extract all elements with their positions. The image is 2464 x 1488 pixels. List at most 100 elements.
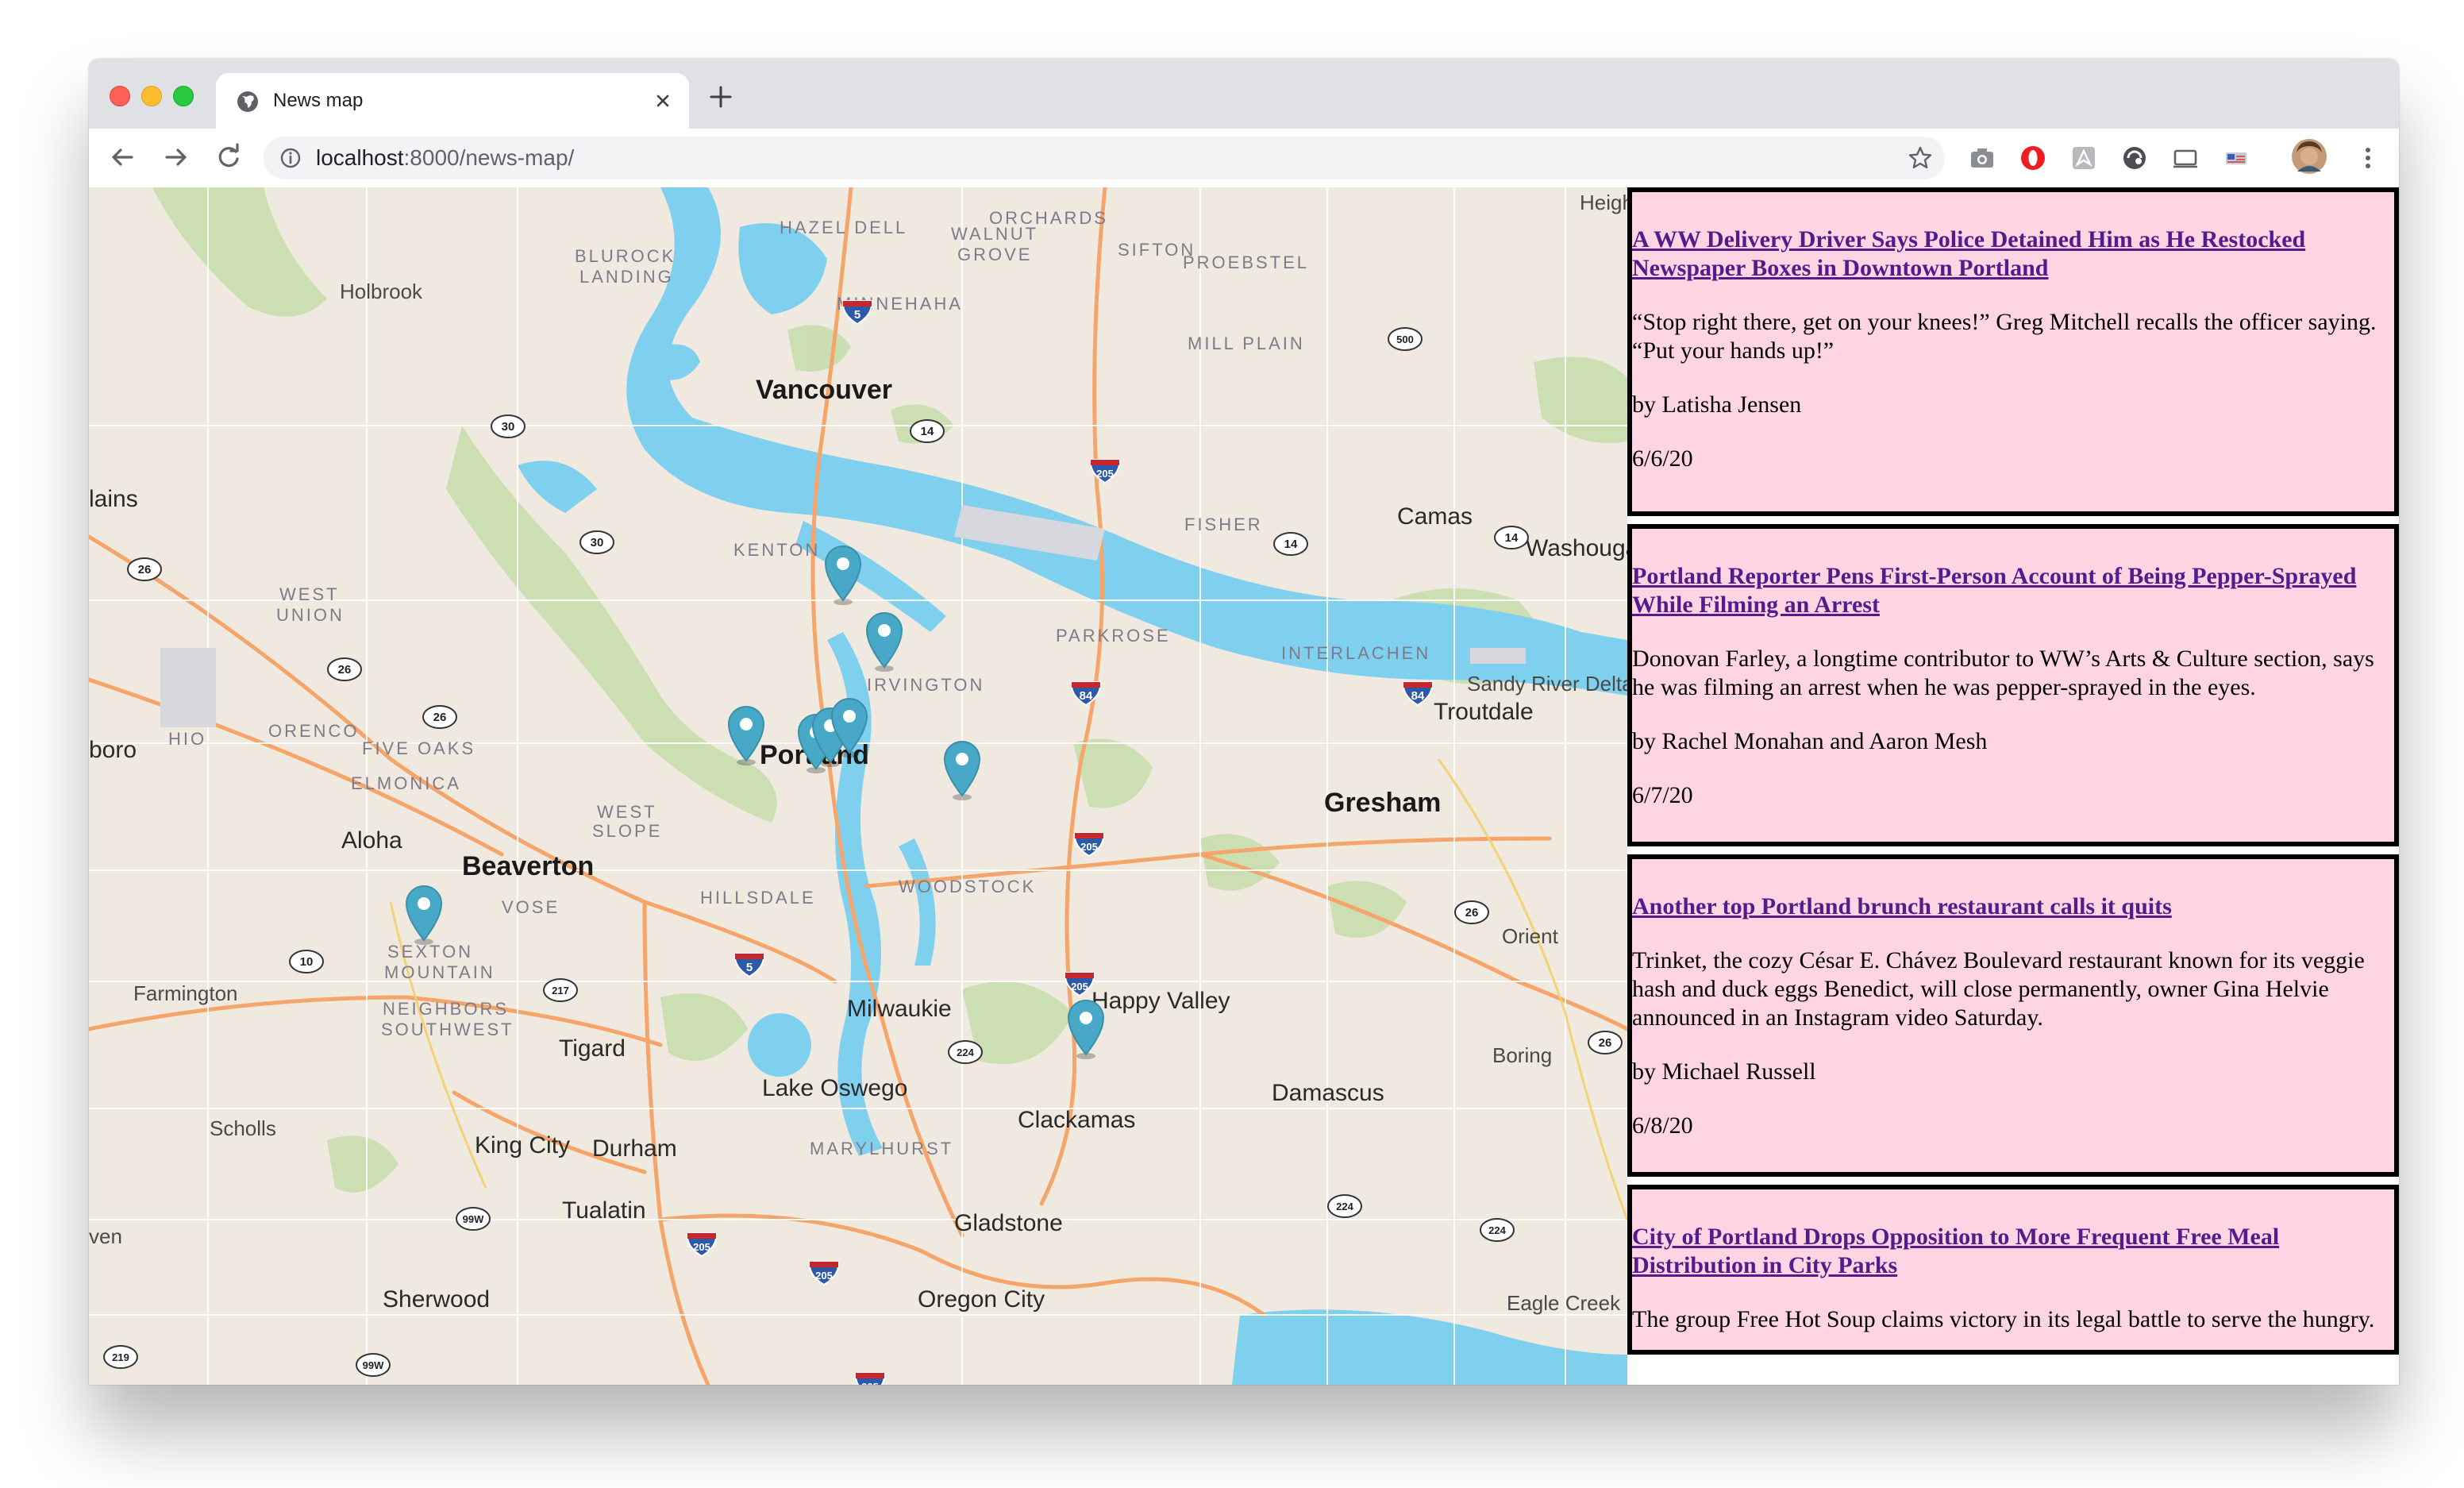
map-label: HIO	[168, 729, 207, 749]
route-shield-number: 224	[1488, 1224, 1506, 1236]
interstate-shield-icon: 5	[841, 300, 873, 326]
close-window-button[interactable]	[110, 86, 130, 106]
map-pin-icon[interactable]	[821, 543, 865, 605]
map-label: Lake Oswego	[762, 1075, 908, 1101]
article-card: A WW Delivery Driver Says Police Detaine…	[1627, 187, 2399, 516]
map-label: ven	[89, 1224, 122, 1248]
flag-extension-icon[interactable]	[2221, 143, 2251, 173]
route-shield-icon: 500	[1388, 327, 1423, 351]
route-shield-icon: 224	[948, 1040, 983, 1064]
map-label: Eagle Creek	[1507, 1291, 1621, 1315]
route-shield-icon: 14	[1273, 532, 1308, 556]
map-label: Tigard	[559, 1035, 626, 1062]
route-shield-icon: 14	[1494, 526, 1529, 549]
article-summary: The group Free Hot Soup claims victory i…	[1632, 1306, 2375, 1332]
tab-news-map[interactable]: News map	[216, 73, 689, 129]
article-title-link[interactable]: A WW Delivery Driver Says Police Detaine…	[1632, 226, 2394, 283]
map-label: Heigh	[1580, 191, 1627, 214]
article-date: 6/7/20	[1632, 782, 1693, 808]
article-byline: by Rachel Monahan and Aaron Mesh	[1632, 728, 1988, 754]
map-pin-icon[interactable]	[940, 738, 984, 800]
url-path: :8000/news-map/	[403, 145, 575, 170]
route-shield-number: 219	[112, 1351, 129, 1363]
route-shield-number: 205	[861, 1381, 879, 1385]
map-label: Sandy River Delta	[1467, 672, 1627, 696]
airbnb-extension-icon[interactable]	[2069, 143, 2099, 173]
map-label: ORENCO	[268, 721, 360, 741]
map-label: Washougal	[1526, 535, 1627, 561]
news-feed: A WW Delivery Driver Says Police Detaine…	[1627, 187, 2399, 1385]
map-label: Scholls	[210, 1116, 276, 1140]
route-shield-number: 205	[1080, 841, 1098, 853]
route-shield-icon: 30	[579, 530, 614, 554]
map-label: Tualatin	[562, 1197, 646, 1224]
minimize-window-button[interactable]	[141, 86, 162, 106]
map-pin-icon[interactable]	[1064, 997, 1108, 1059]
route-shield-number: 99W	[463, 1213, 484, 1225]
route-shield-number: 84	[1411, 689, 1425, 703]
map-label: Milwaukie	[847, 996, 952, 1022]
article-summary: Trinket, the cozy César E. Chávez Boulev…	[1632, 947, 2365, 1031]
route-shield-number: 205	[1096, 468, 1114, 480]
map-label: SOUTHWEST	[381, 1020, 514, 1039]
route-shield-icon: 26	[327, 657, 362, 681]
route-shield-number: 26	[1599, 1036, 1612, 1050]
article-byline: by Latisha Jensen	[1632, 391, 1802, 418]
map-label: FISHER	[1184, 515, 1263, 534]
reload-icon[interactable]	[213, 141, 244, 173]
sync-extension-icon[interactable]	[2119, 143, 2150, 173]
map-label: Beaverton	[462, 851, 595, 881]
map-label: Farmington	[133, 981, 238, 1005]
route-shield-icon: 26	[1588, 1031, 1623, 1054]
route-shield-number: 30	[591, 536, 604, 549]
forward-arrow-icon[interactable]	[160, 141, 192, 173]
article-title-link[interactable]: City of Portland Drops Opposition to Mor…	[1632, 1223, 2394, 1280]
map-label: Troutdale	[1434, 699, 1534, 725]
route-shield-icon: 217	[543, 978, 578, 1002]
tab-strip: News map	[89, 59, 2399, 129]
article-title-link[interactable]: Another top Portland brunch restaurant c…	[1632, 892, 2394, 921]
route-shield-number: 30	[502, 420, 515, 434]
profile-avatar-icon[interactable]	[2289, 137, 2329, 176]
map-pin-icon[interactable]	[402, 883, 446, 945]
menu-kebab-icon[interactable]	[2353, 143, 2383, 173]
info-icon[interactable]	[279, 147, 302, 169]
route-shield-icon: 14	[910, 419, 945, 443]
map-label: PARKROSE	[1056, 626, 1171, 646]
article-date: 6/8/20	[1632, 1112, 1693, 1139]
map-label: UNION	[276, 605, 345, 625]
cast-extension-icon[interactable]	[2170, 143, 2200, 173]
news-map[interactable]: VancouverPortlandGreshamBeavertonMilwauk…	[89, 187, 1627, 1385]
map-label: Clackamas	[1018, 1107, 1136, 1133]
map-label: HILLSDALE	[700, 888, 816, 908]
camera-extension-icon[interactable]	[1967, 143, 1997, 173]
new-tab-plus-icon[interactable]	[706, 83, 735, 111]
route-shield-number: 205	[815, 1270, 833, 1282]
map-label: King City	[475, 1132, 571, 1158]
map-pin-icon[interactable]	[724, 704, 768, 765]
article-title-link[interactable]: Portland Reporter Pens First-Person Acco…	[1632, 562, 2394, 619]
map-label: Orient	[1502, 924, 1558, 948]
maximize-window-button[interactable]	[173, 86, 194, 106]
opera-extension-icon[interactable]	[2018, 143, 2048, 173]
article-byline: by Michael Russell	[1632, 1058, 1816, 1085]
route-shield-number: 10	[300, 955, 314, 969]
map-label: MOUNTAIN	[384, 962, 495, 982]
map-label: IRVINGTON	[867, 675, 985, 695]
map-label: Aloha	[341, 827, 402, 854]
back-arrow-icon[interactable]	[106, 141, 138, 173]
interstate-shield-icon: 205	[686, 1232, 718, 1258]
address-bar[interactable]: localhost:8000/news-map/	[264, 137, 1945, 179]
close-icon[interactable]	[651, 89, 675, 113]
page-content: VancouverPortlandGreshamBeavertonMilwauk…	[89, 187, 2399, 1385]
article-summary: Donovan Farley, a longtime contributor t…	[1632, 646, 2374, 700]
map-label: MARYLHURST	[810, 1139, 954, 1158]
map-pin-icon[interactable]	[827, 696, 872, 757]
map-pin-icon[interactable]	[862, 610, 907, 672]
route-shield-number: 217	[552, 985, 569, 996]
bookmark-star-icon[interactable]	[1907, 145, 1934, 172]
map-label: Happy Valley	[1091, 988, 1230, 1014]
map-label: GROVE	[957, 245, 1033, 264]
interstate-shield-icon: 84	[1070, 681, 1102, 707]
route-shield-icon: 10	[289, 950, 324, 973]
